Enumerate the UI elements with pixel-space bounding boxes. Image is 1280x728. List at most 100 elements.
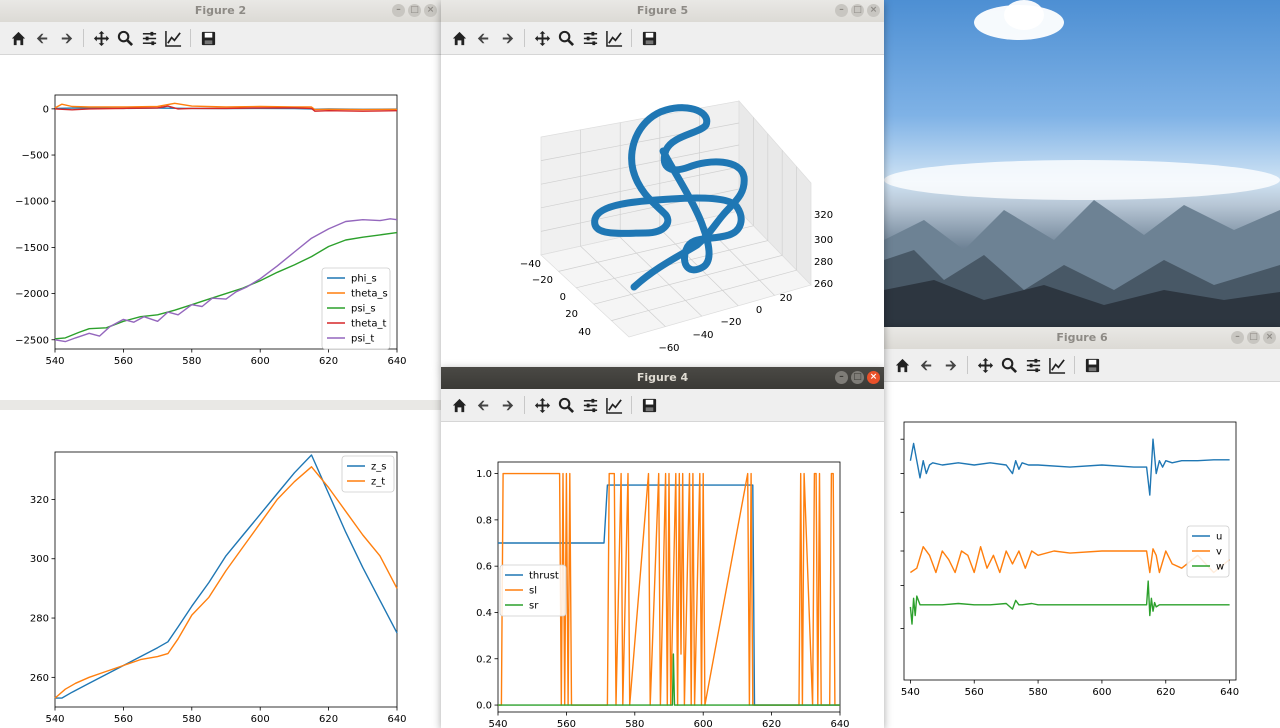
x-tick-label: 580 (182, 356, 201, 367)
pan-button[interactable] (532, 28, 552, 48)
save-button[interactable] (639, 395, 659, 415)
x-axis-tick-label: 20 (565, 309, 578, 320)
y-tick-label: 0.8 (476, 515, 492, 526)
figure-4-window: Figure 4 – □ × 540 560 580 600 620 640 0.0 0.2 0… (441, 367, 884, 728)
pan-icon (977, 357, 993, 373)
zoom-icon (1001, 357, 1017, 373)
back-icon (920, 360, 931, 370)
close-icon[interactable]: × (1263, 331, 1276, 344)
window-controls: – □ × (392, 4, 437, 17)
x-tick-label: 560 (557, 719, 576, 728)
zoom-button[interactable] (999, 355, 1019, 375)
back-button[interactable] (473, 395, 493, 415)
toolbar-separator (631, 396, 632, 414)
back-button[interactable] (916, 355, 936, 375)
title-bar: Figure 6 – □ × (884, 327, 1280, 349)
figure-5-window: Figure 5 – □ × −40 −20 0 20 40 −60 −40 −20 0 20 26… (441, 0, 884, 368)
close-icon[interactable]: × (867, 4, 880, 17)
z-axis-tick-label: 320 (814, 210, 833, 221)
window-controls: – □ × (835, 4, 880, 17)
pan-button[interactable] (975, 355, 995, 375)
maximize-icon[interactable]: □ (851, 4, 864, 17)
figure-2-window: Figure 2 – □ × 540 560 580 600 620 640 0 −500 −1… (0, 0, 441, 400)
edit-axis-button[interactable] (1047, 355, 1067, 375)
zoom-icon (558, 30, 574, 46)
angles-chart: 540 560 580 600 620 640 0 −500 −1000 −1500 −2000 −2… (15, 94, 407, 367)
minimize-icon[interactable]: – (835, 4, 848, 17)
zoom-button[interactable] (556, 28, 576, 48)
minimize-icon[interactable]: – (835, 371, 848, 384)
trajectory-3d-chart: −40−2002040−60−40−20020260280300320 (520, 100, 833, 354)
maximize-icon[interactable]: □ (408, 4, 421, 17)
pan-button[interactable] (91, 28, 111, 48)
home-button[interactable] (8, 28, 28, 48)
plot-area: 540 560 580 600 620 640 0 −500 −1000 −1500 −2000 −2… (0, 55, 441, 400)
y-tick-label: 0.4 (476, 608, 492, 619)
y-tick-label: −2000 (15, 289, 49, 300)
legend-label-phi_s: phi_s (351, 274, 377, 285)
y-tick-label: 320 (30, 495, 49, 506)
legend-label-theta_t: theta_t (351, 319, 386, 330)
zoom-button[interactable] (115, 28, 135, 48)
x-axis-tick-label: 40 (578, 327, 591, 338)
y-axis-tick-label: −20 (720, 317, 741, 328)
y-tick-label: 300 (30, 554, 49, 565)
pan-button[interactable] (532, 395, 552, 415)
home-button[interactable] (892, 355, 912, 375)
x-tick-label: 580 (1029, 687, 1048, 698)
configure-subplots-button[interactable] (1023, 355, 1043, 375)
y-tick-label: 260 (30, 673, 49, 684)
back-button[interactable] (32, 28, 52, 48)
forward-icon (945, 360, 956, 370)
save-button[interactable] (639, 28, 659, 48)
save-icon (642, 31, 656, 45)
edit-axis-button[interactable] (163, 28, 183, 48)
forward-button[interactable] (940, 355, 960, 375)
forward-button[interactable] (497, 395, 517, 415)
close-icon[interactable]: × (424, 4, 437, 17)
configure-subplots-button[interactable] (580, 395, 600, 415)
y-axis-tick-label: 20 (780, 293, 793, 304)
configure-subplots-button[interactable] (139, 28, 159, 48)
x-tick-label: 620 (1156, 687, 1175, 698)
edit-axis-icon (605, 397, 622, 414)
save-icon (642, 398, 656, 412)
minimize-icon[interactable]: – (1231, 331, 1244, 344)
legend: z_s z_t (341, 455, 395, 493)
back-icon (477, 33, 488, 43)
window-title: Figure 2 (194, 4, 247, 17)
x-tick-label: 620 (319, 714, 338, 725)
save-button[interactable] (198, 28, 218, 48)
window-title: Figure 4 (636, 371, 689, 384)
home-button[interactable] (449, 395, 469, 415)
zoom-icon (558, 397, 574, 413)
legend-label-thrust: thrust (529, 571, 559, 582)
legend-label-z_s: z_s (371, 462, 386, 473)
y-tick-label: −1000 (15, 197, 49, 208)
close-icon[interactable]: × (867, 371, 880, 384)
home-button[interactable] (449, 28, 469, 48)
y-tick-label: 0 (43, 104, 49, 115)
toolbar-separator (524, 396, 525, 414)
configure-subplots-button[interactable] (580, 28, 600, 48)
desktop-wallpaper (884, 0, 1280, 330)
x-tick-label: 540 (901, 687, 920, 698)
x-tick-label: 640 (387, 356, 406, 367)
maximize-icon[interactable]: □ (1247, 331, 1260, 344)
save-button[interactable] (1082, 355, 1102, 375)
edit-axis-button[interactable] (604, 395, 624, 415)
minimize-icon[interactable]: – (392, 4, 405, 17)
plot-area: 540 560 580 600 620 640 u v w (884, 382, 1280, 728)
window-title: Figure 6 (1056, 331, 1108, 344)
x-tick-label: 560 (114, 356, 133, 367)
edit-axis-icon (1048, 357, 1065, 374)
back-button[interactable] (473, 28, 493, 48)
x-tick-label: 600 (251, 714, 270, 725)
forward-button[interactable] (56, 28, 76, 48)
maximize-icon[interactable]: □ (851, 371, 864, 384)
forward-button[interactable] (497, 28, 517, 48)
zoom-button[interactable] (556, 395, 576, 415)
legend: phi_s theta_s psi_s theta_t psi_t (321, 267, 391, 350)
mountains (884, 200, 1280, 330)
edit-axis-button[interactable] (604, 28, 624, 48)
